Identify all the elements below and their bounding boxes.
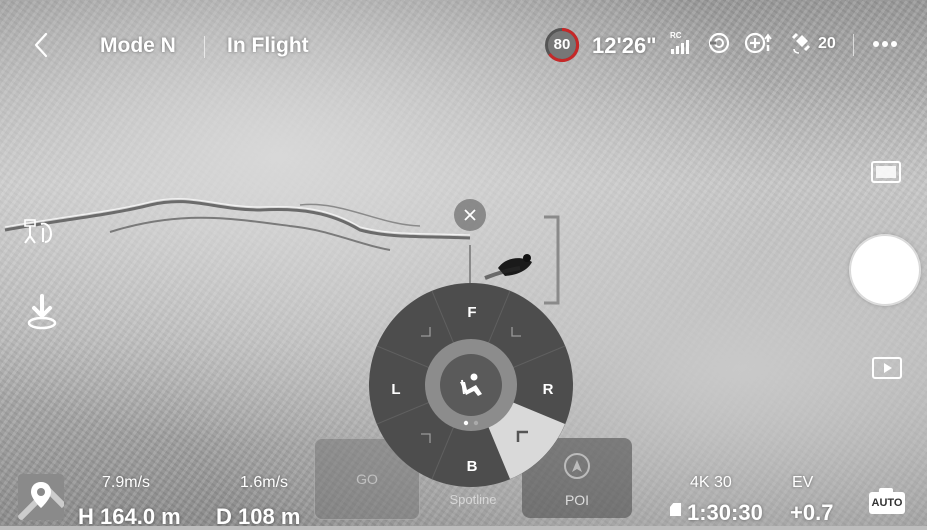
wheel-label-right[interactable]: R bbox=[540, 381, 556, 398]
rc-signal[interactable]: RC bbox=[668, 31, 694, 55]
flight-mode[interactable]: Mode N bbox=[100, 34, 176, 58]
close-icon bbox=[464, 209, 476, 221]
remaining-recording-time: 1:30:30 bbox=[687, 500, 763, 525]
auto-exposure-button[interactable]: AUTO bbox=[868, 487, 906, 515]
header-divider bbox=[204, 36, 205, 58]
ev-value[interactable]: +0.7 bbox=[790, 500, 833, 526]
playback-button[interactable] bbox=[871, 356, 903, 380]
gps-status[interactable]: 20 bbox=[790, 31, 842, 55]
smart-track-icon bbox=[24, 219, 53, 244]
play-icon bbox=[872, 357, 902, 379]
track-mode-button[interactable] bbox=[20, 214, 60, 248]
page-dot-active bbox=[463, 420, 469, 426]
wheel-label-front[interactable]: F bbox=[464, 304, 480, 321]
signal-bars-icon bbox=[671, 40, 689, 54]
back-button[interactable] bbox=[28, 30, 54, 60]
height-readout: H 164.0 m bbox=[78, 504, 181, 529]
cancel-target-button[interactable] bbox=[454, 199, 486, 231]
satellite-count: 20 bbox=[818, 35, 836, 52]
shutter-button[interactable] bbox=[851, 236, 919, 304]
chevron-left-icon bbox=[34, 32, 48, 58]
spotline-mode-label[interactable]: Spotline bbox=[438, 492, 508, 507]
vision-icon bbox=[708, 32, 730, 54]
flight-status: In Flight bbox=[227, 34, 309, 57]
landing-icon bbox=[27, 294, 57, 330]
page-dot bbox=[473, 420, 479, 426]
auto-label: AUTO bbox=[871, 497, 903, 509]
header-divider-right bbox=[853, 34, 854, 56]
battery-indicator[interactable]: 80 bbox=[544, 27, 580, 63]
vertical-speed: 1.6m/s bbox=[240, 474, 289, 491]
mini-map-button[interactable] bbox=[18, 474, 64, 520]
battery-percent: 80 bbox=[553, 36, 571, 53]
wheel-label-back[interactable]: B bbox=[464, 458, 480, 475]
landing-button[interactable] bbox=[22, 292, 62, 332]
obstacle-sensing[interactable] bbox=[708, 32, 730, 54]
flight-time: 12'26" bbox=[592, 33, 657, 58]
camera-mode-button[interactable] bbox=[868, 156, 904, 188]
horizontal-speed: 7.9m/s bbox=[102, 474, 151, 491]
more-button[interactable] bbox=[870, 34, 900, 54]
poi-label: POI bbox=[564, 492, 590, 508]
wheel-center[interactable] bbox=[440, 354, 502, 416]
distance-readout: D 108 m bbox=[216, 504, 301, 529]
wheel-label-left[interactable]: L bbox=[388, 381, 404, 398]
map-pin-icon bbox=[18, 482, 64, 520]
propeller-status[interactable] bbox=[744, 32, 774, 54]
sd-card-icon bbox=[670, 503, 681, 516]
ev-label: EV bbox=[792, 474, 814, 491]
drone-obstacle-icon bbox=[744, 32, 772, 54]
more-dots-icon bbox=[873, 41, 897, 47]
satellite-icon bbox=[791, 32, 811, 54]
camera-mode-icon bbox=[871, 161, 901, 183]
resolution-label[interactable]: 4K 30 bbox=[690, 474, 732, 492]
